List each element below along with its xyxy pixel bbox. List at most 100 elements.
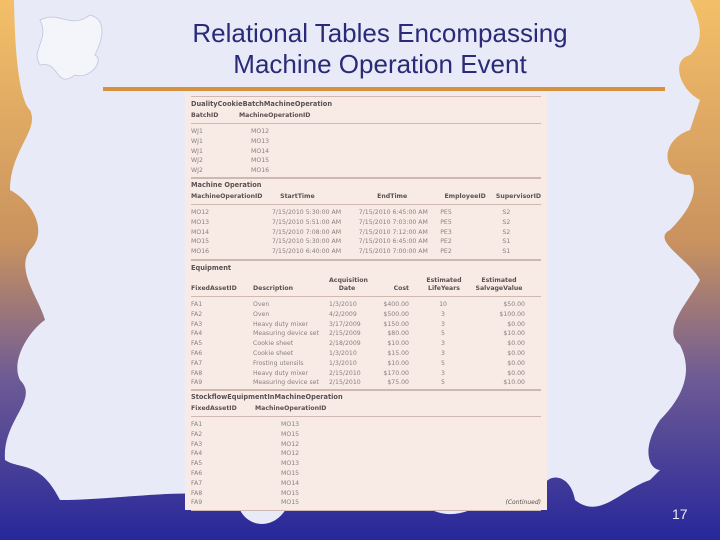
table-cell: WJ1 bbox=[191, 128, 203, 135]
table-cell: 4/2/2009 bbox=[329, 310, 357, 318]
table-row: MO15 7/15/2010 5:30:00 AM 7/15/2010 6:45:0… bbox=[191, 237, 541, 247]
table-cell: MO16 bbox=[191, 248, 210, 256]
table-cell: MO15 bbox=[251, 157, 270, 165]
table-cell: Cookie sheet bbox=[253, 349, 294, 357]
table-cell: WJ2 bbox=[191, 157, 203, 165]
table-cell: 10 bbox=[439, 301, 447, 308]
table-cell: $500.00 bbox=[383, 310, 409, 318]
table-cell: $75.00 bbox=[387, 379, 409, 387]
table-cell: 3 bbox=[441, 369, 445, 377]
table-cell: WJ2 bbox=[191, 167, 203, 175]
column-header: MachineOperationID bbox=[191, 193, 263, 200]
table-cell: $10.00 bbox=[503, 379, 525, 387]
table-row: FA3 Heavy duty mixer 3/17/2009 $150.00 3 $0.0… bbox=[191, 320, 541, 330]
table-row: FA5 MO13 bbox=[191, 459, 541, 469]
table-cell: FA2 bbox=[191, 430, 203, 438]
table-cell: MO14 bbox=[191, 228, 210, 236]
table-cell: 5 bbox=[441, 379, 445, 387]
slide-title: Relational Tables Encompassing Machine O… bbox=[150, 18, 610, 80]
table-row: WJ1 MO12 bbox=[191, 127, 541, 137]
table-cell: WJ1 bbox=[191, 137, 203, 145]
table-cell: Heavy duty mixer bbox=[253, 369, 309, 377]
table-cell: 2/15/2010 bbox=[329, 379, 361, 387]
table-duality-cookie-batch-machine-operation: DualityCookieBatchMachineOperation Batch… bbox=[191, 96, 541, 179]
table-cell: $0.00 bbox=[507, 349, 525, 357]
table-cell: MO15 bbox=[191, 238, 210, 246]
table-cell: FA7 bbox=[191, 359, 203, 367]
table-cell: S1 bbox=[502, 238, 511, 246]
table-row: MO14 7/15/2010 7:08:00 AM 7/15/2010 7:12:0… bbox=[191, 228, 541, 238]
table-cell: FA6 bbox=[191, 469, 203, 477]
table-row: FA3 MO12 bbox=[191, 440, 541, 450]
table-cell: WJ1 bbox=[191, 147, 203, 155]
table-cell: MO14 bbox=[281, 479, 300, 487]
table-cell: 7/15/2010 5:51:00 AM bbox=[272, 218, 342, 226]
column-header: MachineOperationID bbox=[239, 112, 311, 119]
table-figure: DualityCookieBatchMachineOperation Batch… bbox=[185, 93, 547, 512]
table-row: WJ1 MO13 bbox=[191, 137, 541, 147]
table-machine-operation: Machine Operation MachineOperationID Sta… bbox=[191, 177, 541, 260]
table-row: FA2 MO15 bbox=[191, 430, 541, 440]
table-cell: PE2 bbox=[440, 238, 452, 246]
table-title: Machine Operation bbox=[191, 177, 541, 191]
table-cell: $80.00 bbox=[387, 330, 409, 338]
table-cell: Oven bbox=[253, 310, 270, 318]
table-cell: 7/15/2010 6:45:00 AM bbox=[358, 238, 428, 246]
table-row: MO13 7/15/2010 5:51:00 AM 7/15/2010 7:03:0… bbox=[191, 218, 541, 228]
table-cell: FA6 bbox=[191, 349, 203, 357]
table-row: FA1 Oven 1/3/2010 $400.00 10 $50.00 bbox=[191, 300, 541, 310]
column-header: StartTime bbox=[280, 193, 315, 200]
table-cell: 3 bbox=[441, 310, 445, 318]
table-cell: FA8 bbox=[191, 489, 203, 497]
table-cell: 7/15/2010 6:45:00 AM bbox=[358, 209, 428, 216]
table-cell: PE2 bbox=[440, 248, 452, 256]
table-title: DualityCookieBatchMachineOperation bbox=[191, 96, 541, 110]
table-cell: 1/3/2010 bbox=[329, 301, 357, 308]
table-cell: MO13 bbox=[281, 460, 300, 468]
column-header: MachineOperationID bbox=[255, 405, 327, 412]
table-equipment: Equipment FixedAssetID Description Acqui… bbox=[191, 260, 541, 392]
table-body: WJ1 MO12 WJ1 MO13 WJ1 MO14 WJ2 MO15 WJ2 MO16 bbox=[191, 124, 541, 179]
table-cell: MO15 bbox=[281, 430, 300, 438]
table-row: FA6 Cookie sheet 1/3/2010 $15.00 3 $0.00 bbox=[191, 349, 541, 359]
table-header: FixedAssetID MachineOperationID bbox=[191, 403, 541, 417]
table-cell: FA7 bbox=[191, 479, 203, 487]
table-row: FA7 Frosting utensils 1/3/2010 $10.00 5 $0.00 bbox=[191, 359, 541, 369]
table-cell: $10.00 bbox=[387, 340, 409, 348]
table-cell: $10.00 bbox=[503, 330, 525, 338]
table-cell: MO12 bbox=[251, 128, 270, 135]
column-header: EndTime bbox=[377, 193, 408, 200]
table-cell: $10.00 bbox=[387, 359, 409, 367]
table-cell: MO14 bbox=[251, 147, 270, 155]
title-line-2: Machine Operation Event bbox=[233, 49, 527, 79]
table-row: FA5 Cookie sheet 2/18/2009 $10.00 3 $0.00 bbox=[191, 339, 541, 349]
table-cell: FA5 bbox=[191, 340, 203, 348]
table-cell: 7/15/2010 6:40:00 AM bbox=[272, 248, 342, 256]
table-row: FA4 Measuring device set 2/15/2009 $80.00 5 $… bbox=[191, 329, 541, 339]
table-row: MO16 7/15/2010 6:40:00 AM 7/15/2010 7:00:0… bbox=[191, 247, 541, 257]
table-cell: FA3 bbox=[191, 440, 203, 448]
table-cell: 5 bbox=[441, 359, 445, 367]
table-cell: Frosting utensils bbox=[253, 359, 304, 367]
table-row: MO12 7/15/2010 5:30:00 AM 7/15/2010 6:45:0… bbox=[191, 208, 541, 218]
table-cell: FA9 bbox=[191, 379, 203, 387]
title-line-1: Relational Tables Encompassing bbox=[192, 18, 568, 48]
table-cell: 7/15/2010 5:30:00 AM bbox=[272, 209, 342, 216]
table-row: FA2 Oven 4/2/2009 $500.00 3 $100.00 bbox=[191, 310, 541, 320]
table-cell: 1/3/2010 bbox=[329, 359, 357, 367]
table-stockflow-equipment-in-machine-operation: StockflowEquipmentInMachineOperation Fix… bbox=[191, 389, 541, 512]
table-cell: $150.00 bbox=[383, 320, 409, 328]
table-cell: MO12 bbox=[281, 450, 300, 458]
table-cell: $0.00 bbox=[507, 320, 525, 328]
table-cell: 2/15/2009 bbox=[329, 330, 361, 338]
table-cell: MO15 bbox=[281, 469, 300, 477]
table-row: FA8 MO15 bbox=[191, 489, 541, 499]
table-cell: FA9 bbox=[191, 499, 203, 507]
table-cell: 7/15/2010 7:12:00 AM bbox=[358, 228, 428, 236]
table-cell: MO16 bbox=[251, 167, 270, 175]
table-row: FA7 MO14 bbox=[191, 479, 541, 489]
table-cell: $15.00 bbox=[387, 349, 409, 357]
table-cell: FA2 bbox=[191, 310, 203, 318]
table-cell: FA1 bbox=[191, 301, 203, 308]
table-cell: FA4 bbox=[191, 450, 203, 458]
